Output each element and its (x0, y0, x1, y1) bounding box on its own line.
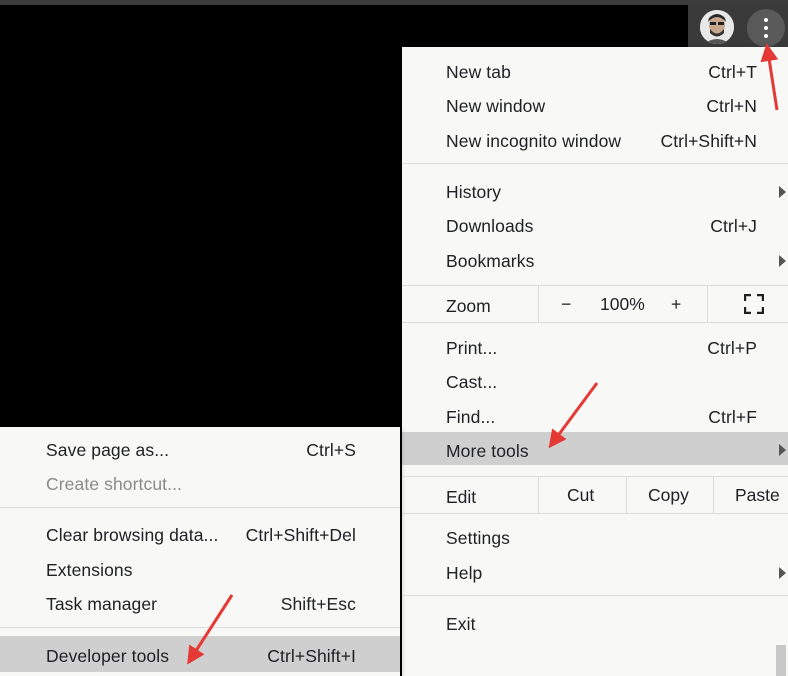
menu-item-shortcut: Ctrl+Shift+I (267, 646, 356, 666)
menu-item-new-window[interactable]: New window Ctrl+N (402, 89, 788, 123)
menu-dot (764, 34, 768, 38)
copy-button[interactable]: Copy (648, 485, 689, 506)
menu-item-new-incognito-window[interactable]: New incognito window Ctrl+Shift+N (402, 124, 788, 158)
menu-item-shortcut: Ctrl+Shift+N (660, 131, 757, 151)
menu-item-label: More tools (446, 441, 529, 461)
more-tools-submenu: Save page as... Ctrl+S Create shortcut..… (0, 427, 400, 676)
menu-separator (402, 322, 788, 323)
menu-item-label: Settings (446, 528, 511, 548)
menu-dot (764, 18, 768, 22)
menu-item-settings[interactable]: Settings (402, 521, 788, 555)
submenu-arrow-icon (779, 567, 786, 579)
menu-item-label: Cast... (446, 372, 498, 392)
menu-item-label: Developer tools (46, 646, 170, 666)
menu-item-label: Bookmarks (446, 251, 535, 271)
fullscreen-icon[interactable] (744, 294, 764, 314)
menu-dot (764, 26, 768, 30)
menu-item-shortcut: Shift+Esc (280, 594, 356, 614)
menu-item-downloads[interactable]: Downloads Ctrl+J (402, 209, 788, 243)
menu-item-shortcut: Ctrl+J (710, 216, 757, 236)
menu-item-print[interactable]: Print... Ctrl+P (402, 331, 788, 365)
menu-separator (0, 627, 400, 628)
menu-item-history[interactable]: History (402, 175, 788, 209)
menu-item-label: Print... (446, 338, 498, 358)
menu-item-label: Task manager (46, 594, 158, 614)
menu-item-label: Create shortcut... (46, 474, 183, 494)
menu-item-extensions[interactable]: Extensions (0, 553, 400, 587)
menu-item-label: History (446, 182, 502, 202)
menu-separator (402, 513, 788, 514)
menu-item-label: Save page as... (46, 440, 170, 460)
menu-item-label: New incognito window (446, 131, 622, 151)
menu-separator (0, 507, 400, 508)
zoom-level: 100% (600, 294, 645, 314)
edit-label: Edit (446, 487, 477, 507)
menu-item-help[interactable]: Help (402, 556, 788, 590)
cut-button[interactable]: Cut (567, 485, 594, 506)
menu-item-new-tab[interactable]: New tab Ctrl+T (402, 55, 788, 89)
menu-item-cast[interactable]: Cast... (402, 365, 788, 399)
avatar-photo-icon (700, 10, 734, 44)
menu-item-label: Downloads (446, 216, 534, 236)
menu-item-find[interactable]: Find... Ctrl+F (402, 400, 788, 434)
submenu-arrow-icon (779, 186, 786, 198)
zoom-label: Zoom (446, 296, 491, 316)
three-dots-vertical-icon[interactable] (747, 9, 785, 47)
zoom-divider (707, 286, 708, 322)
menu-item-shortcut: Ctrl+Shift+Del (245, 525, 356, 545)
menu-item-label: Help (446, 563, 483, 583)
menu-item-label: New window (446, 96, 546, 116)
window-top-bar (0, 0, 788, 5)
zoom-row: Zoom − 100% + (402, 286, 788, 322)
menu-item-clear-browsing-data[interactable]: Clear browsing data... Ctrl+Shift+Del (0, 518, 400, 552)
menu-item-bookmarks[interactable]: Bookmarks (402, 244, 788, 278)
zoom-divider (538, 286, 539, 322)
edit-divider (538, 477, 539, 513)
menu-item-shortcut: Ctrl+T (708, 62, 757, 82)
paste-button[interactable]: Paste (735, 485, 780, 506)
menu-item-developer-tools[interactable]: Developer tools Ctrl+Shift+I (0, 636, 400, 672)
menu-item-label: New tab (446, 62, 511, 82)
edit-row: Edit Cut Copy Paste (402, 477, 788, 513)
profile-avatar[interactable] (700, 10, 734, 44)
menu-separator (402, 595, 788, 596)
submenu-arrow-icon (779, 444, 786, 456)
page-scrollbar[interactable] (776, 645, 786, 676)
zoom-in-button[interactable]: + (671, 294, 681, 315)
menu-item-save-page-as[interactable]: Save page as... Ctrl+S (0, 433, 400, 467)
edit-divider (713, 477, 714, 513)
menu-item-shortcut: Ctrl+N (706, 96, 757, 116)
menu-item-shortcut: Ctrl+P (707, 338, 757, 358)
menu-item-create-shortcut: Create shortcut... (0, 467, 400, 501)
menu-item-label: Extensions (46, 560, 133, 580)
menu-item-label: Exit (446, 614, 476, 634)
menu-separator (402, 163, 788, 164)
submenu-arrow-icon (779, 255, 786, 267)
zoom-out-button[interactable]: − (561, 294, 571, 315)
menu-item-task-manager[interactable]: Task manager Shift+Esc (0, 587, 400, 621)
menu-item-label: Find... (446, 407, 496, 427)
chrome-main-menu: New tab Ctrl+T New window Ctrl+N New inc… (402, 47, 788, 676)
menu-item-label: Clear browsing data... (46, 525, 219, 545)
edit-divider (626, 477, 627, 513)
menu-item-more-tools[interactable]: More tools (402, 432, 788, 465)
menu-item-shortcut: Ctrl+F (708, 407, 757, 427)
menu-item-exit[interactable]: Exit (402, 607, 788, 641)
menu-item-shortcut: Ctrl+S (306, 440, 356, 460)
